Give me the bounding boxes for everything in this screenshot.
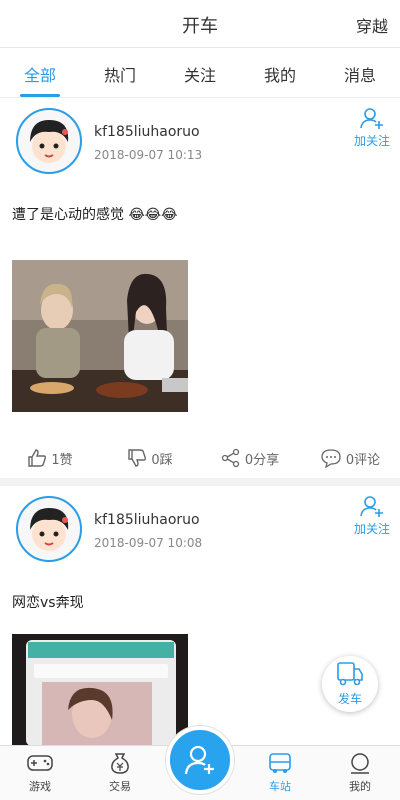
gamepad-icon: [27, 755, 53, 771]
tab-mine[interactable]: 我的: [240, 48, 320, 97]
comment-icon: [321, 449, 341, 468]
avatar[interactable]: [16, 496, 82, 562]
tab-following[interactable]: 关注: [160, 48, 240, 97]
comment-button[interactable]: 0评论: [300, 438, 400, 478]
follow-button[interactable]: 加关注: [350, 496, 394, 537]
post-feed[interactable]: kf185liuhaoruo 2018-09-07 10:13 加关注 遭了是心…: [0, 98, 400, 745]
dislike-button[interactable]: 0踩: [100, 438, 200, 478]
post-card: kf185liuhaoruo 2018-09-07 10:13 加关注 遭了是心…: [0, 98, 400, 478]
laughing-emoji: 😂😂😂: [128, 207, 178, 223]
post-text: 网恋vs奔现: [12, 592, 84, 612]
truck-icon: [337, 662, 363, 686]
dislike-count: 0踩: [151, 452, 173, 468]
tab-bar: 全部 热门 关注 我的 消息: [0, 48, 400, 98]
post-username[interactable]: kf185liuhaoruo: [94, 512, 200, 528]
post-username[interactable]: kf185liuhaoruo: [94, 124, 200, 140]
nav-trade-label: 交易: [109, 780, 131, 793]
follow-label: 加关注: [353, 522, 390, 536]
post-time: 2018-09-07 10:13: [94, 148, 203, 162]
add-user-icon: [360, 496, 383, 517]
share-count: 0分享: [244, 452, 280, 468]
nav-station-label: 车站: [269, 780, 291, 793]
thumbs-up-icon: [28, 449, 47, 467]
post-actions: 1赞 0踩 0分享 0评论: [0, 438, 400, 478]
money-bag-icon: [111, 753, 129, 774]
follow-label: 加关注: [353, 134, 390, 148]
thumbs-down-icon: [128, 449, 147, 467]
like-button[interactable]: 1赞: [0, 438, 100, 478]
like-count: 1赞: [51, 452, 73, 468]
post-divider: [0, 478, 400, 486]
share-icon: [221, 448, 240, 468]
post-text-body: 网恋vs奔现: [12, 595, 84, 611]
post-image[interactable]: [12, 634, 188, 745]
publish-label: 发车: [337, 692, 362, 706]
tab-all[interactable]: 全部: [0, 48, 80, 97]
avatar[interactable]: [16, 108, 82, 174]
post-image[interactable]: [12, 260, 188, 412]
add-user-icon: [360, 108, 383, 129]
page-title: 开车: [182, 16, 218, 37]
follow-button[interactable]: 加关注: [350, 108, 394, 149]
top-bar: 开车 穿越: [0, 0, 400, 48]
nav-games[interactable]: 游戏: [0, 746, 80, 800]
nav-games-label: 游戏: [29, 780, 51, 793]
bus-icon: [269, 753, 291, 773]
add-user-icon: [184, 745, 214, 775]
post-text: 遭了是心动的感觉 😂😂😂: [12, 204, 178, 224]
nav-mine-label: 我的: [349, 780, 371, 793]
publish-button[interactable]: 发车: [322, 656, 378, 712]
share-button[interactable]: 0分享: [200, 438, 300, 478]
nav-station[interactable]: 车站: [240, 746, 320, 800]
nav-trade[interactable]: 交易: [80, 746, 160, 800]
travel-button[interactable]: 穿越: [356, 13, 388, 37]
post-time: 2018-09-07 10:08: [94, 536, 203, 550]
post-text-body: 遭了是心动的感觉: [12, 207, 124, 223]
tab-hot[interactable]: 热门: [80, 48, 160, 97]
comment-count: 0评论: [345, 452, 381, 468]
center-post-button[interactable]: [166, 726, 234, 794]
nav-mine[interactable]: 我的: [320, 746, 400, 800]
user-icon: [351, 753, 369, 774]
tab-messages[interactable]: 消息: [320, 48, 400, 97]
